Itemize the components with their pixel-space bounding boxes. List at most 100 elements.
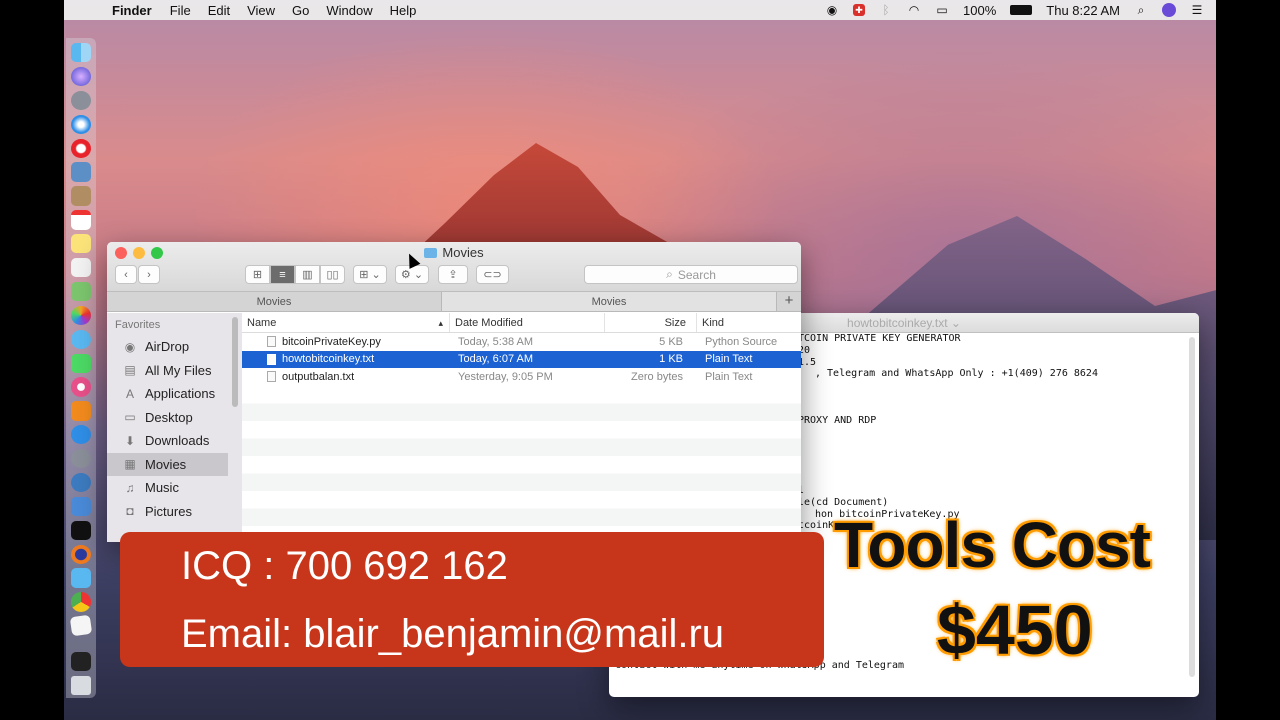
search-input[interactable]: ⌕ Search (584, 265, 798, 284)
share-button[interactable]: ⇪ (438, 265, 468, 284)
firefox-dock-icon[interactable] (71, 544, 91, 564)
record-icon[interactable]: ◉ (825, 3, 839, 17)
textedit-dock-icon[interactable] (69, 614, 93, 637)
folder-icon (424, 248, 438, 258)
itunes-dock-icon[interactable] (71, 377, 91, 397)
trash-dock-icon[interactable] (71, 675, 91, 696)
downloads-icon: ⬇ (124, 433, 136, 448)
sidebar-item-label: Downloads (145, 433, 210, 449)
terminal-dock-icon[interactable] (71, 652, 91, 672)
calendar-dock-icon[interactable] (71, 210, 91, 230)
forward-button[interactable]: › (138, 265, 160, 284)
menu-file[interactable]: File (170, 3, 191, 18)
text-line: , Telegram and WhatsApp Only : +1(409) 2… (815, 368, 1098, 379)
text-line: TCOIN PRIVATE KEY GENERATOR (798, 333, 961, 344)
icq-contact: ICQ : 700 692 162 (181, 544, 508, 588)
column-name[interactable]: Name ▴ (242, 313, 450, 332)
textedit-scrollbar[interactable] (1189, 337, 1195, 677)
finder-dock-icon[interactable] (71, 43, 91, 63)
window-title-text: Movies (442, 245, 484, 260)
desktop: Finder File Edit View Go Window Help ◉ ✚… (64, 0, 1216, 720)
spotlight-search-icon[interactable]: ⌕ (1134, 3, 1148, 17)
menu-view[interactable]: View (247, 3, 275, 18)
maps-dock-icon[interactable] (71, 281, 91, 302)
preview-dock-icon[interactable] (71, 162, 91, 182)
sidebar-item-airdrop[interactable]: ◉ AirDrop (107, 335, 242, 359)
battery-icon[interactable] (1010, 5, 1033, 15)
system-preferences-dock-icon[interactable] (71, 449, 91, 469)
column-size[interactable]: Size (605, 313, 697, 332)
movies-icon: ▦ (124, 457, 136, 472)
tab-bar: Movies Movies + (107, 292, 801, 312)
notes-dock-icon[interactable] (71, 234, 91, 254)
sidebar-item-applications[interactable]: A Applications (107, 382, 242, 406)
tab-movies-1[interactable]: Movies (107, 292, 442, 311)
ibooks-dock-icon[interactable] (71, 401, 91, 421)
back-button[interactable]: ‹ (115, 265, 137, 284)
icon-view-button[interactable]: ⊞ (245, 265, 270, 284)
tab-movies-2[interactable]: Movies (442, 292, 777, 311)
pictures-icon: ◘ (126, 504, 134, 519)
launchpad-dock-icon[interactable] (71, 90, 91, 111)
sidebar-item-pictures[interactable]: ◘ Pictures (107, 500, 242, 524)
file-kind: Plain Text (705, 370, 753, 383)
sidebar-item-desktop[interactable]: ▭ Desktop (107, 406, 242, 430)
column-kind[interactable]: Kind (697, 313, 801, 332)
bluetooth-icon[interactable]: ᛒ (879, 3, 893, 17)
reminders-dock-icon[interactable] (71, 258, 91, 278)
pycharm-dock-icon[interactable] (71, 520, 91, 540)
sidebar-item-label: Music (145, 480, 179, 496)
facetime-dock-icon[interactable] (71, 353, 91, 373)
file-name: outputbalan.txt (282, 370, 355, 383)
sidebar-item-downloads[interactable]: ⬇ Downloads (107, 429, 242, 453)
sort-ascending-icon: ▴ (438, 318, 443, 328)
app-status-icon[interactable]: ✚ (853, 4, 866, 16)
mysql-workbench-dock-icon[interactable] (71, 472, 91, 493)
group-by-button[interactable]: ⊞ ⌄ (353, 265, 387, 284)
app-store-dock-icon[interactable] (71, 425, 91, 445)
menu-help[interactable]: Help (390, 3, 417, 18)
notification-center-icon[interactable]: ☰ (1190, 3, 1204, 17)
desktop-icon: ▭ (124, 410, 136, 425)
new-tab-button[interactable]: + (777, 292, 801, 311)
column-view-button[interactable]: ▥ (295, 265, 320, 284)
menu-edit[interactable]: Edit (208, 3, 230, 18)
action-gear-button[interactable]: ⚙ ⌄ (395, 265, 429, 284)
file-row[interactable]: outputbalan.txt Yesterday, 9:05 PM Zero by… (242, 368, 801, 386)
menu-clock[interactable]: Thu 8:22 AM (1046, 3, 1120, 18)
edit-tags-button[interactable]: ⊂⊃ (476, 265, 509, 284)
menu-app-name[interactable]: Finder (112, 3, 152, 18)
file-kind: Plain Text (705, 353, 753, 366)
sidebar-item-all-my-files[interactable]: ▤ All My Files (107, 359, 242, 383)
document-icon (267, 336, 276, 348)
folder-dock-icon[interactable] (71, 568, 91, 588)
file-row[interactable]: bitcoinPrivateKey.py Today, 5:38 AM 5 KB Py… (242, 333, 801, 351)
contacts-dock-icon[interactable] (71, 186, 91, 206)
airplay-icon[interactable]: ▭ (935, 3, 949, 17)
siri-dock-icon[interactable] (71, 66, 91, 87)
menu-go[interactable]: Go (292, 3, 309, 18)
battery-percent[interactable]: 100% (963, 3, 996, 18)
column-date-modified[interactable]: Date Modified (450, 313, 605, 332)
opera-dock-icon[interactable] (71, 138, 91, 158)
file-date: Today, 6:07 AM (458, 353, 534, 366)
cover-flow-button[interactable]: ▯▯ (320, 265, 345, 284)
file-row[interactable]: howtobitcoinkey.txt Today, 6:07 AM 1 KB Pla… (242, 350, 801, 368)
wifi-icon[interactable]: ◠ (907, 3, 921, 17)
chrome-dock-icon[interactable] (71, 592, 91, 612)
menu-window[interactable]: Window (326, 3, 372, 18)
apple-menu-icon[interactable] (82, 3, 96, 17)
finder-window: Movies ‹ › ⊞ ≡ ▥ ▯▯ ⊞ ⌄ ⚙ ⌄ ⇪ ⊂⊃ ⌕ Search… (107, 242, 801, 542)
document-icon (267, 353, 276, 365)
file-size: 5 KB (659, 335, 683, 348)
messages-dock-icon[interactable] (71, 329, 91, 349)
list-view-button[interactable]: ≡ (270, 265, 295, 284)
sidebar-item-movies[interactable]: ▦ Movies (107, 452, 228, 476)
text-line: le(cd Document) (798, 497, 889, 508)
siri-icon[interactable] (1162, 3, 1176, 17)
safari-dock-icon[interactable] (71, 114, 91, 134)
sidebar-item-music[interactable]: ♫ Music (107, 476, 242, 500)
screen-sharing-dock-icon[interactable] (71, 496, 91, 517)
photos-dock-icon[interactable] (71, 305, 91, 326)
sidebar-scrollbar[interactable] (232, 317, 238, 407)
